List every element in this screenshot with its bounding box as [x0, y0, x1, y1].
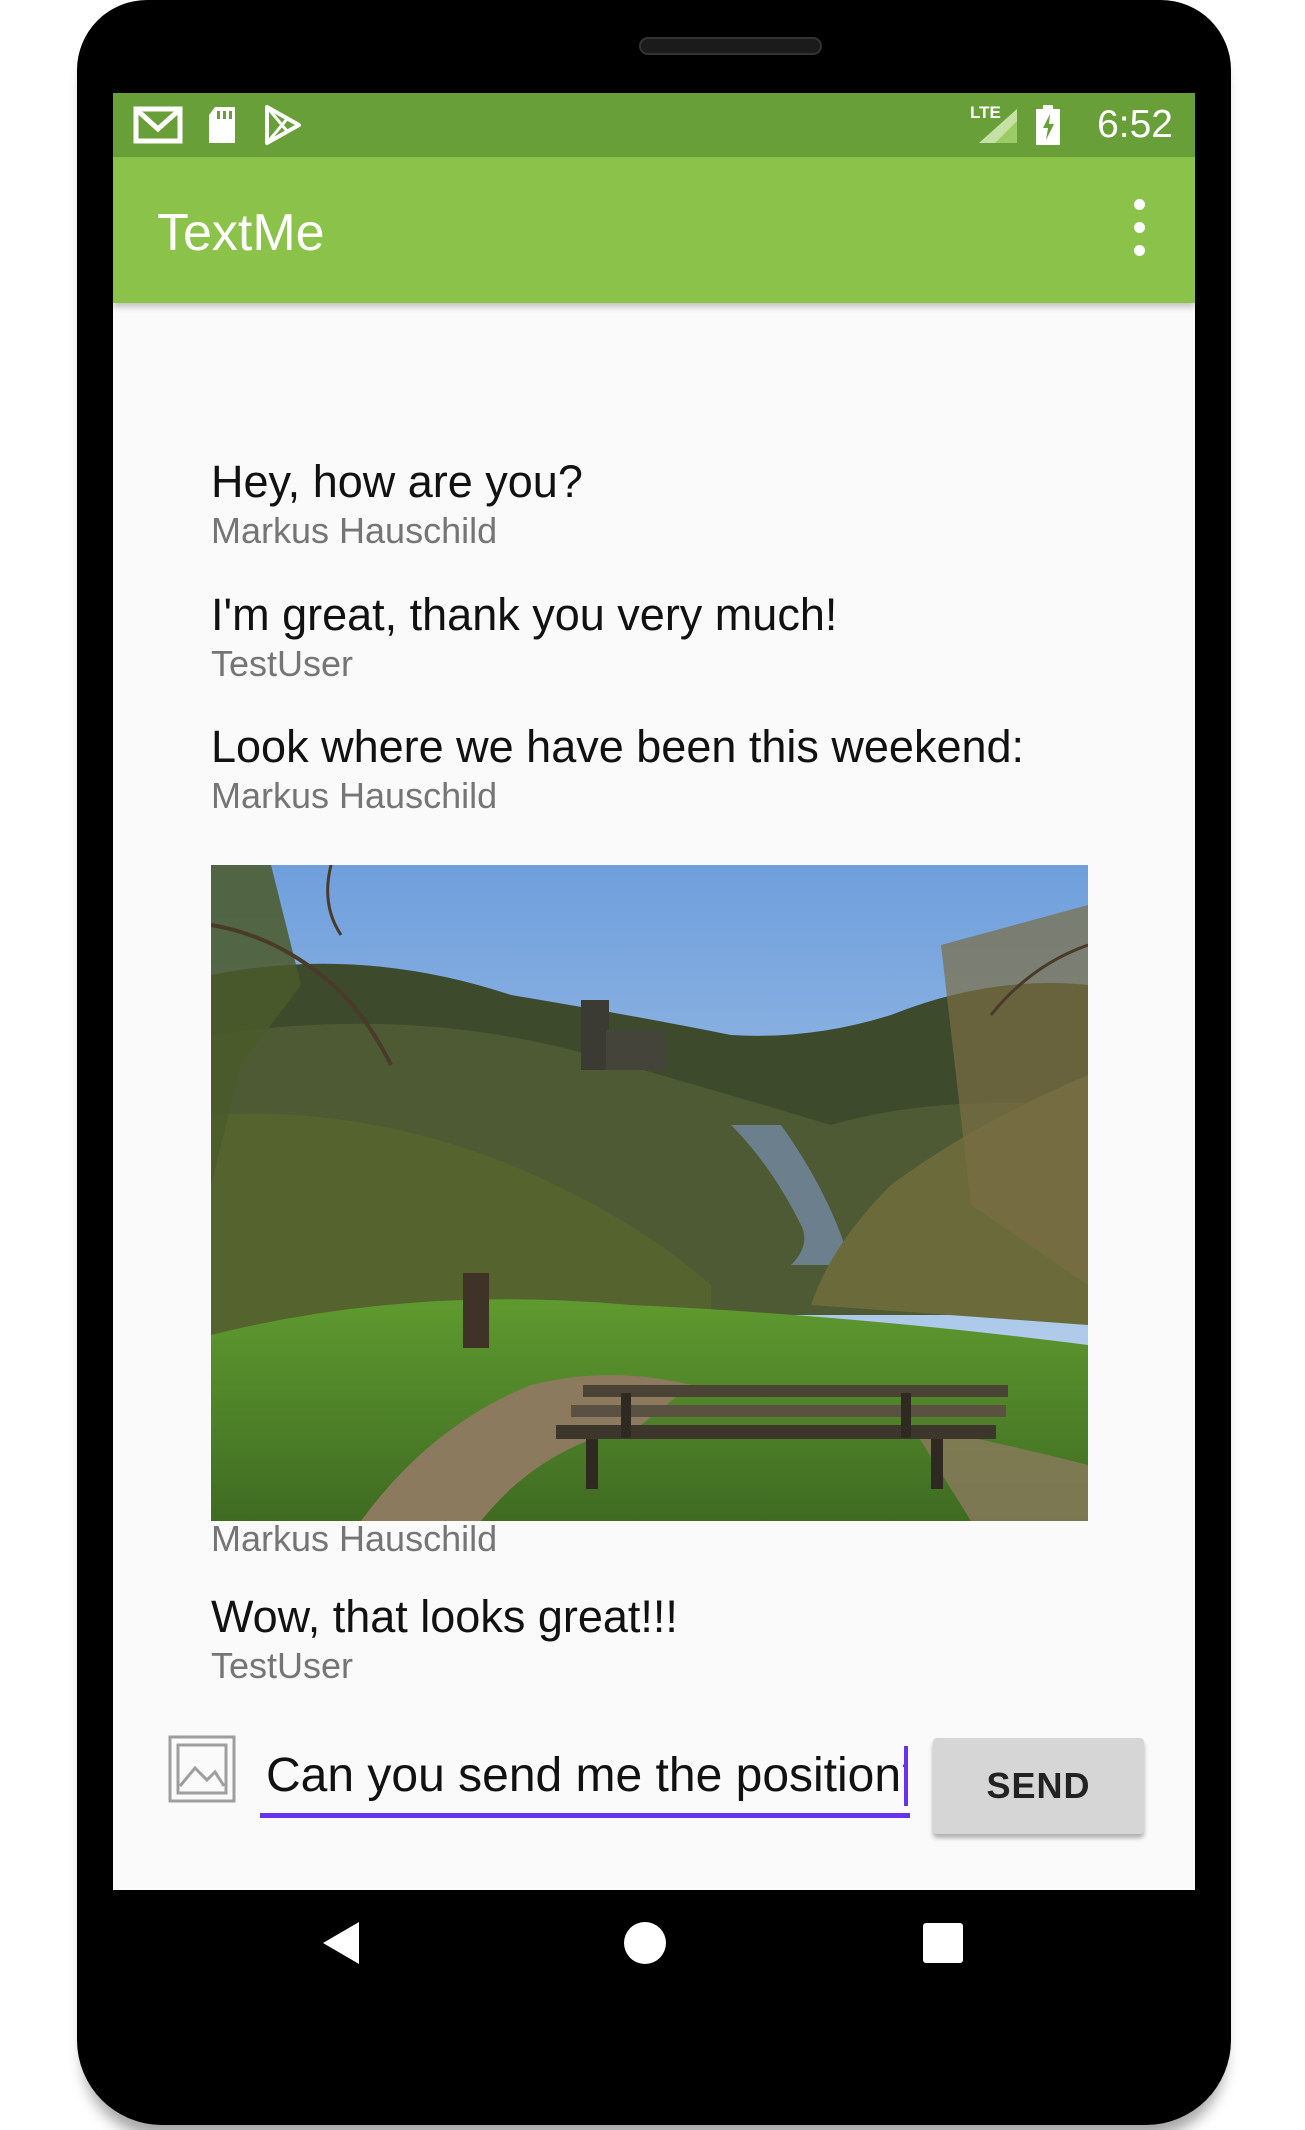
message-sender: Markus Hauschild	[211, 1518, 498, 1559]
sd-card-icon	[209, 107, 235, 143]
play-store-icon	[265, 105, 301, 145]
message-sender: Markus Hauschild	[211, 775, 498, 816]
signal-icon	[979, 109, 1017, 143]
status-bar: LTE 6:52	[113, 93, 1195, 157]
message-text: I'm great, thank you very much!	[211, 589, 838, 640]
status-time: 6:52	[1097, 103, 1173, 146]
message-text: Wow, that looks great!!!	[211, 1591, 678, 1642]
send-button[interactable]: SEND	[933, 1738, 1144, 1834]
app-title: TextMe	[157, 204, 325, 262]
speaker-grille	[639, 37, 822, 55]
message-sender: TestUser	[211, 1645, 354, 1686]
message-text: Look where we have been this weekend:	[211, 721, 1025, 772]
recents-icon[interactable]	[921, 1921, 965, 1965]
message-text: Hey, how are you?	[211, 456, 583, 507]
message-item: Wow, that looks great!!! TestUser	[211, 1590, 678, 1688]
message-sender: TestUser	[211, 643, 354, 684]
gmail-icon	[133, 106, 183, 144]
text-cursor	[904, 1746, 908, 1806]
back-icon[interactable]	[319, 1918, 363, 1968]
navigation-bar	[113, 1890, 1195, 2053]
image-icon[interactable]	[167, 1734, 237, 1804]
message-item: Look where we have been this weekend: Ma…	[211, 720, 1024, 818]
message-item: Markus Hauschild	[211, 1517, 497, 1561]
overflow-menu-icon[interactable]	[1129, 199, 1149, 261]
app-screen: LTE 6:52 TextMe Hey, how are you? Markus…	[113, 93, 1195, 1890]
message-item: I'm great, thank you very much! TestUser	[211, 588, 837, 686]
home-icon[interactable]	[621, 1919, 669, 1967]
message-sender: Markus Hauschild	[211, 510, 498, 551]
message-input[interactable]	[260, 1738, 910, 1818]
landscape-photo[interactable]	[211, 865, 1088, 1521]
message-item: Hey, how are you? Markus Hauschild	[211, 455, 583, 553]
app-bar: TextMe	[113, 157, 1195, 303]
battery-charging-icon	[1036, 105, 1060, 145]
